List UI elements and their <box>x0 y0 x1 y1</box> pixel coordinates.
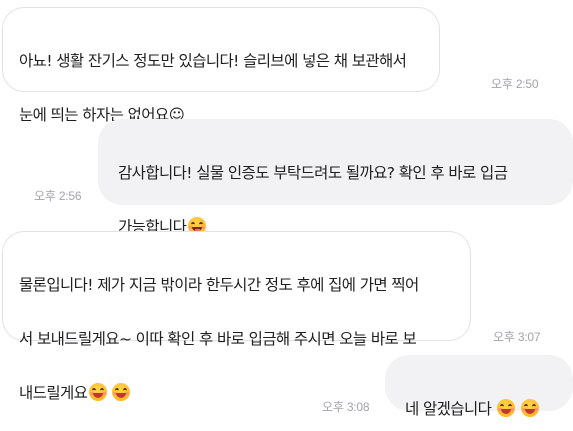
message-line-with-emoji: 네 알겠습니다 <box>405 396 553 423</box>
message-timestamp: 오후 3:07 <box>493 330 541 344</box>
received-message-bubble: 아뇨! 생활 잔기스 정도만 있습니다! 슬리브에 넣은 채 보관해서 눈에 띄… <box>2 7 440 124</box>
message-line: 감사합니다! 실물 인증도 부탁드려도 될까요? 확인 후 바로 입금 <box>118 164 508 182</box>
sent-message-bubble: 감사합니다! 실물 인증도 부탁드려도 될까요? 확인 후 바로 입금 가능합니… <box>98 119 573 236</box>
message-timestamp: 오후 2:50 <box>491 77 539 91</box>
message-timestamp: 오후 3:08 <box>322 400 370 414</box>
message-timestamp: 오후 2:56 <box>34 189 82 203</box>
sent-message-bubble: 네 알겠습니다 <box>385 355 573 418</box>
smiling-face-with-smiling-eyes-icon <box>89 383 108 401</box>
message-line: 물론입니다! 제가 지금 밖이라 한두시간 정도 후에 집에 가면 찍어 <box>19 276 419 294</box>
smiling-face-with-smiling-eyes-icon <box>112 383 131 401</box>
message-line: 아뇨! 생활 잔기스 정도만 있습니다! 슬리브에 넣은 채 보관해서 <box>19 52 407 70</box>
smiling-face-with-smiling-eyes-icon <box>521 399 540 417</box>
smiling-face-with-smiling-eyes-icon <box>497 399 516 417</box>
message-line: 서 보내드릴게요~ 이따 확인 후 바로 입금해 주시면 오늘 바로 보 <box>19 330 417 348</box>
received-message-bubble: 물론입니다! 제가 지금 밖이라 한두시간 정도 후에 집에 가면 찍어 서 보… <box>2 231 471 402</box>
